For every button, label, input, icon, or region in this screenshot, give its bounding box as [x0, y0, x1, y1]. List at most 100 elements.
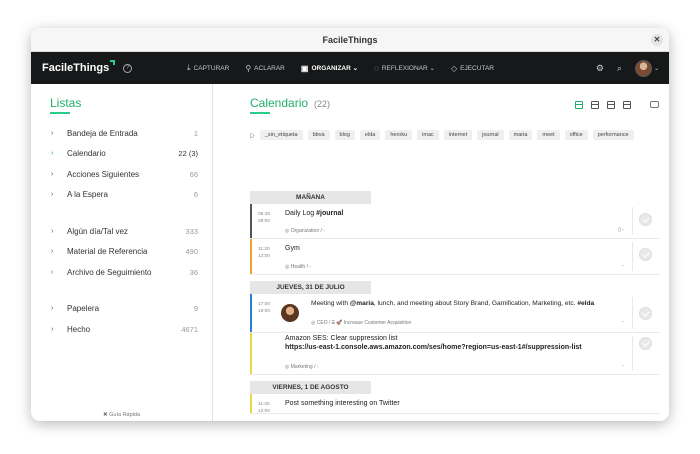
- task-row[interactable]: 11:30 12:00 Gym ◎ Health / - ◦: [250, 239, 660, 275]
- nav-reflexionar[interactable]: ◌ REFLEXIONAR ⌄: [374, 64, 435, 73]
- tag-chip[interactable]: office: [564, 130, 588, 140]
- tag-icon: ⌂: [247, 132, 257, 138]
- date-header: VIERNES, 1 DE AGOSTO: [250, 381, 371, 394]
- reflect-icon: ◌: [374, 63, 379, 73]
- main-nav: ⤓ CAPTURAR ⚲ ACLARAR ▣ ORGANIZAR ⌄ ◌ REFLEXI…: [187, 52, 510, 84]
- sidebar-item-referencia[interactable]: › Material de Referencia 490: [31, 242, 212, 263]
- complete-button[interactable]: [639, 248, 652, 261]
- tag-chip[interactable]: heroku: [385, 130, 413, 140]
- sidebar-title: Listas: [50, 96, 82, 110]
- task-attachment-icon[interactable]: ▯ ◦: [618, 227, 624, 233]
- tag-chip[interactable]: maria: [508, 130, 533, 140]
- sidebar-item-papelera[interactable]: › Papelera 9: [31, 299, 212, 320]
- chevron-down-icon[interactable]: ⌄: [654, 65, 659, 72]
- page-count: (22): [314, 99, 331, 109]
- task-link[interactable]: https://us-east-1.console.aws.amazon.com…: [285, 344, 582, 351]
- sidebar-item-calendario[interactable]: › Calendario 22 (3): [31, 144, 212, 165]
- nav-aclarar[interactable]: ⚲ ACLARAR: [245, 64, 285, 73]
- tag-chip[interactable]: bbva: [307, 130, 330, 140]
- task-time: 08:45 09:00: [258, 212, 271, 224]
- chevron-down-icon: ⌄: [429, 65, 435, 72]
- tag-chip[interactable]: blog: [334, 130, 355, 140]
- chevron-right-icon: ›: [51, 227, 54, 235]
- tag-chip[interactable]: elda: [359, 130, 381, 140]
- calendar-list-view-icon[interactable]: [575, 101, 583, 109]
- clarify-icon: ⚲: [245, 63, 252, 73]
- chevron-right-icon: ›: [51, 129, 54, 137]
- task-title[interactable]: Gym: [285, 245, 300, 252]
- task-row[interactable]: 08:45 09:00 Daily Log #journal ◎ Organiza…: [250, 204, 660, 239]
- sidebar-item-algun-dia[interactable]: › Algún día/Tal vez 333: [31, 221, 212, 242]
- task-title[interactable]: Amazon SES: Clear suppression list: [285, 335, 397, 342]
- tag-chip[interactable]: internet: [443, 130, 473, 140]
- task-time: 11:30 12:00: [258, 402, 271, 414]
- chevron-right-icon: ›: [51, 150, 54, 158]
- quick-guide-link[interactable]: ✖ Guía Rápida: [31, 412, 212, 418]
- chevron-right-icon: ›: [51, 305, 54, 313]
- task-title[interactable]: Post something interesting on Twitter: [285, 400, 400, 407]
- nav-right: ⚙ ⌕ ⌄: [596, 52, 659, 84]
- nav-ejecutar[interactable]: ◇ EJECUTAR: [451, 64, 494, 73]
- view-switcher: [567, 101, 631, 109]
- sidebar-item-bandeja[interactable]: › Bandeja de Entrada 1: [31, 123, 212, 144]
- calendar-day-view-icon[interactable]: [607, 101, 615, 109]
- task-note-icon[interactable]: ◦: [622, 263, 624, 269]
- date-header: JUEVES, 31 DE JULIO: [250, 281, 371, 294]
- nav-capturar[interactable]: ⤓ CAPTURAR: [187, 63, 229, 73]
- chevron-right-icon: ›: [51, 170, 54, 178]
- complete-button[interactable]: [639, 213, 652, 226]
- main-panel: Calendario (22) ⌂ _sin_etiqueta bbva blog…: [213, 84, 669, 421]
- task-row[interactable]: 17:00 18:00 Meeting with @maria, lunch, a…: [250, 294, 660, 333]
- window-titlebar: FacileThings ✕: [31, 28, 669, 52]
- task-time: 17:00 18:00: [258, 302, 271, 314]
- content-area: Listas › Bandeja de Entrada 1 › Calendario 2…: [31, 84, 669, 421]
- tag-chip[interactable]: meet: [537, 130, 560, 140]
- sidebar-item-hecho[interactable]: › Hecho 4671: [31, 319, 212, 340]
- task-note-icon[interactable]: ◦: [622, 363, 624, 369]
- tag-chip[interactable]: performance: [592, 130, 634, 140]
- print-icon[interactable]: [650, 101, 659, 108]
- logo-mark-icon: [110, 60, 116, 65]
- task-context[interactable]: ◎ Organization / -: [285, 228, 325, 234]
- chevron-right-icon: ›: [51, 325, 54, 333]
- task-context[interactable]: ◎ Marketing / -: [285, 364, 319, 370]
- tag-chip[interactable]: _sin_etiqueta: [259, 130, 303, 140]
- window-close-button[interactable]: ✕: [651, 34, 663, 46]
- complete-button[interactable]: [639, 307, 652, 320]
- title-underline: [50, 112, 70, 114]
- task-context[interactable]: ◎ CEO / ⌸ 🚀 Increase Customer Acquisitio…: [311, 320, 411, 326]
- task-time: 11:30 12:00: [258, 247, 271, 259]
- window-title: FacileThings: [322, 34, 378, 45]
- settings-icon[interactable]: ⚙: [596, 63, 604, 74]
- sidebar-list: › Bandeja de Entrada 1 › Calendario 22 (3) ›…: [31, 123, 212, 340]
- chevron-down-icon: ⌄: [352, 65, 359, 72]
- sidebar-item-seguimiento[interactable]: › Archivo de Seguimiento 36: [31, 262, 212, 283]
- task-note-icon[interactable]: ◦: [622, 319, 624, 325]
- task-title[interactable]: Meeting with @maria, lunch, and meeting …: [311, 300, 594, 307]
- tag-chip[interactable]: imac: [417, 130, 439, 140]
- complete-button[interactable]: [639, 337, 652, 350]
- chevron-right-icon: ›: [51, 248, 54, 256]
- task-row[interactable]: 11:30 12:00 Post something interesting on…: [250, 394, 660, 414]
- app-window: FacileThings ✕ FacileThings ? ⤓ CAPTURAR …: [31, 28, 669, 421]
- calendar-week-view-icon[interactable]: [591, 101, 599, 109]
- help-icon[interactable]: ?: [123, 63, 133, 73]
- calendar-month-view-icon[interactable]: [623, 101, 631, 109]
- sidebar-item-espera[interactable]: › A la Espera 6: [31, 185, 212, 206]
- execute-icon: ◇: [450, 63, 458, 73]
- tag-chip[interactable]: journal: [477, 130, 504, 140]
- search-icon[interactable]: ⌕: [617, 63, 622, 74]
- task-row[interactable]: Amazon SES: Clear suppression list https…: [250, 333, 660, 375]
- task-context[interactable]: ◎ Health / -: [285, 264, 311, 270]
- user-avatar[interactable]: [634, 59, 652, 77]
- capture-icon: ⤓: [187, 63, 191, 72]
- top-navbar: FacileThings ? ⤓ CAPTURAR ⚲ ACLARAR ▣ ORGAN…: [31, 52, 669, 84]
- task-title[interactable]: Daily Log #journal: [285, 210, 343, 217]
- chevron-right-icon: ›: [51, 191, 54, 199]
- avatar: [281, 304, 299, 322]
- date-header: MAÑANA: [250, 191, 371, 204]
- nav-organizar[interactable]: ▣ ORGANIZAR ⌄: [301, 64, 358, 73]
- sidebar-item-acciones[interactable]: › Acciones Siguientes 66: [31, 164, 212, 185]
- logo[interactable]: FacileThings: [42, 60, 116, 74]
- tag-filter-bar: ⌂ _sin_etiqueta bbva blog elda heroku im…: [247, 130, 669, 140]
